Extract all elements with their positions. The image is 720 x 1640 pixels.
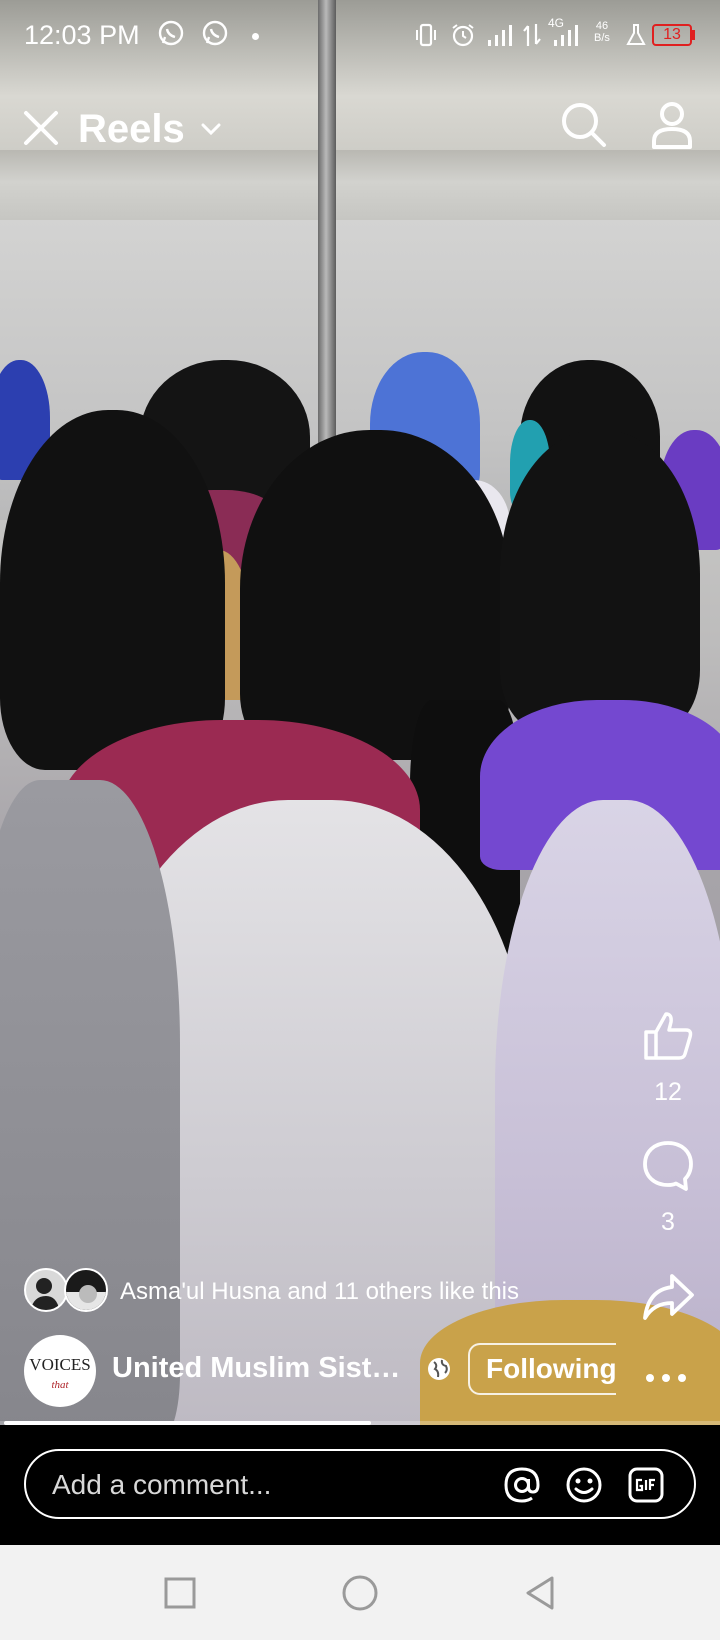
page-avatar[interactable]: VOICES that: [24, 1335, 96, 1407]
status-time: 12:03 PM: [24, 20, 140, 50]
liker-avatar: [64, 1268, 108, 1312]
battery-tip: [692, 30, 695, 40]
alarm-icon: [452, 24, 474, 47]
status-bar: 12:03 PM 4G 46 B/s 13: [0, 0, 720, 72]
comment-placeholder: Add a comment...: [52, 1469, 272, 1500]
like-icon[interactable]: [640, 1008, 696, 1064]
data-transfer-icon: [523, 24, 541, 46]
logo-emblem-icon: [66, 1285, 106, 1310]
signal-icon: [488, 25, 512, 46]
video-person: [0, 410, 225, 770]
page-avatar-logo-text: VOICES: [29, 1355, 91, 1374]
comment-input[interactable]: Add a comment...: [24, 1449, 696, 1519]
page-name[interactable]: United Muslim Sister...: [112, 1352, 412, 1385]
reel-video[interactable]: [0, 0, 720, 1425]
signal-4g-icon: [554, 25, 578, 46]
like-count: 12: [654, 1078, 682, 1106]
whatsapp-business-icon: [202, 20, 228, 46]
video-tent-pole: [318, 0, 336, 510]
network-speed: 46 B/s: [594, 20, 610, 44]
battery-level: 13: [663, 26, 681, 43]
reels-header: Reels: [0, 95, 720, 175]
lab-flask-icon: [626, 24, 646, 45]
notification-dot: [252, 33, 259, 40]
likes-summary-text: Asma'ul Husna and 11 others like this: [120, 1278, 520, 1305]
close-icon[interactable]: [20, 107, 62, 149]
person-silhouette-icon: [30, 1278, 60, 1310]
search-icon[interactable]: [558, 99, 610, 151]
profile-icon[interactable]: [648, 99, 696, 151]
video-person: [0, 780, 180, 1425]
whatsapp-icon: [158, 20, 184, 46]
back-icon[interactable]: [520, 1573, 560, 1613]
reels-title[interactable]: Reels: [78, 107, 185, 152]
comment-count: 3: [661, 1208, 675, 1236]
reels-screen: 12:03 PM 4G 46 B/s 13 Reels 12 3 Asma'ul…: [0, 0, 720, 1640]
network-speed-value: 46: [595, 20, 609, 32]
chevron-down-icon[interactable]: [200, 121, 222, 137]
more-options-icon[interactable]: [644, 1368, 688, 1388]
video-person: [500, 430, 700, 730]
emoji-icon[interactable]: [564, 1465, 604, 1505]
share-icon[interactable]: [640, 1268, 696, 1324]
vibrate-icon: [416, 23, 436, 47]
liker-avatar: [24, 1268, 68, 1312]
system-nav-bar: [0, 1545, 720, 1640]
page-avatar-logo-sub: that: [51, 1379, 69, 1391]
globe-icon: [428, 1358, 450, 1380]
recents-icon[interactable]: [160, 1573, 200, 1613]
mention-icon[interactable]: [502, 1465, 542, 1505]
gif-icon[interactable]: [626, 1465, 666, 1505]
battery-icon: 13: [652, 24, 692, 46]
home-icon[interactable]: [340, 1573, 380, 1613]
network-speed-unit: B/s: [594, 32, 610, 44]
likes-summary[interactable]: Asma'ul Husna and 11 others like this: [24, 1268, 584, 1318]
comment-icon[interactable]: [640, 1138, 696, 1194]
comment-bar: Add a comment...: [0, 1425, 720, 1545]
following-button[interactable]: Following: [468, 1343, 616, 1395]
